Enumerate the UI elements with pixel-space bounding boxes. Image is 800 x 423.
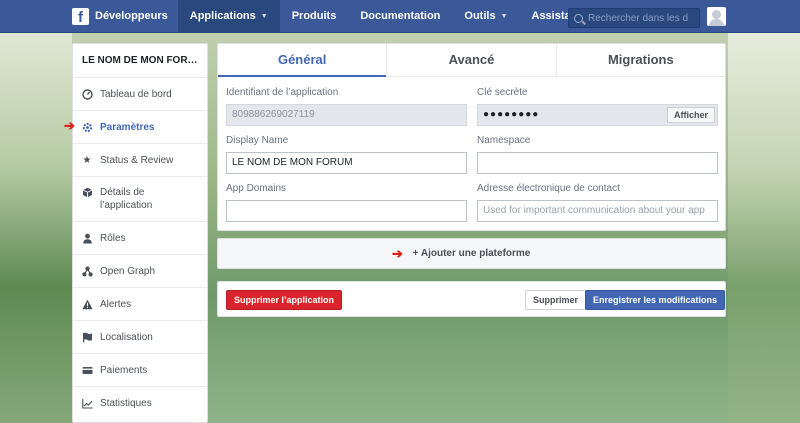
sidebar-item-label: Rôles — [100, 232, 126, 244]
search-icon — [574, 13, 583, 23]
sidebar-item-label: Détails de l’application — [100, 187, 153, 211]
sidebar-item-app-details[interactable]: Détails de l’application — [73, 177, 207, 222]
app-id-value: 809886269027119 — [226, 104, 467, 126]
app-domains-input[interactable] — [226, 200, 467, 222]
main-nav: Applications ▼ Produits Documentation Ou… — [177, 0, 602, 33]
tab-migrations[interactable]: Migrations — [557, 44, 725, 76]
sidebar-item-roles[interactable]: Rôles — [73, 222, 207, 255]
app-domains-label: App Domains — [226, 183, 287, 194]
app-secret-value: ●●●●●●●● — [483, 109, 540, 120]
flag-icon — [81, 331, 93, 343]
settings-form: Identifiant de l’application 80988626902… — [226, 86, 718, 230]
brand-label: Développeurs — [95, 10, 168, 22]
sidebar-item-label: Status & Review — [100, 154, 174, 166]
sidebar-item-label: Localisation — [100, 331, 153, 343]
gear-icon — [81, 121, 93, 133]
search-input[interactable] — [588, 12, 698, 24]
sidebar-item-open-graph[interactable]: Open Graph — [73, 255, 207, 288]
sidebar-item-label: Tableau de bord — [100, 88, 172, 100]
sidebar-item-statistics[interactable]: Statistiques — [73, 387, 207, 420]
contact-email-label: Adresse électronique de contact — [477, 183, 620, 194]
nav-produits[interactable]: Produits — [280, 0, 349, 33]
app-id-field: Identifiant de l’application 80988626902… — [226, 86, 467, 126]
save-button[interactable]: Enregistrer les modifications — [585, 290, 726, 310]
settings-tabs: Général Avancé Migrations — [218, 44, 725, 77]
background-right — [728, 33, 800, 423]
search-box — [568, 8, 700, 28]
nav-applications[interactable]: Applications ▼ — [177, 0, 280, 33]
chevron-down-icon: ▼ — [260, 12, 268, 20]
card-icon — [81, 364, 93, 376]
sidebar-item-alerts[interactable]: Alertes — [73, 288, 207, 321]
contact-email-field: Adresse électronique de contact Used for… — [477, 182, 718, 222]
sidebar-item-status-review[interactable]: ★ Status & Review — [73, 144, 207, 177]
namespace-field: Namespace — [477, 134, 718, 174]
show-secret-button[interactable]: Afficher — [666, 107, 715, 123]
cancel-button[interactable]: Supprimer — [525, 290, 587, 310]
sidebar-item-payments[interactable]: Paiements — [73, 354, 207, 387]
add-platform-button[interactable]: + Ajouter une plateforme — [217, 238, 726, 269]
app-secret-field: Clé secrète ●●●●●●●● Afficher — [477, 86, 718, 126]
namespace-label: Namespace — [477, 135, 531, 146]
app-secret-box: ●●●●●●●● Afficher — [477, 104, 718, 126]
app-id-label: Identifiant de l’application — [226, 87, 339, 98]
sidebar-item-dashboard[interactable]: Tableau de bord — [73, 78, 207, 111]
sidebar-item-localization[interactable]: Localisation — [73, 321, 207, 354]
tab-general[interactable]: Général — [218, 44, 388, 77]
display-name-input[interactable]: LE NOM DE MON FORUM — [226, 152, 467, 174]
chevron-down-icon: ▼ — [500, 12, 508, 20]
display-name-label: Display Name — [226, 135, 289, 146]
app-secret-label: Clé secrète — [477, 87, 528, 98]
app-sidebar: LE NOM DE MON FOR… Tableau de bord Param… — [72, 43, 208, 423]
dashboard-icon — [81, 88, 93, 100]
delete-app-button[interactable]: Supprimer l’application — [226, 290, 343, 310]
nav-documentation[interactable]: Documentation — [348, 0, 452, 33]
nav-label: Produits — [291, 9, 337, 22]
sidebar-item-settings[interactable]: Paramètres — [73, 111, 207, 144]
settings-panel: Général Avancé Migrations Identifiant de… — [217, 43, 726, 231]
tab-advanced[interactable]: Avancé — [387, 44, 557, 76]
sidebar-item-label: Paiements — [100, 364, 148, 376]
annotation-arrow-icon: ➔ — [64, 118, 75, 133]
display-name-field: Display Name LE NOM DE MON FORUM — [226, 134, 467, 174]
sidebar-item-label: Statistiques — [100, 398, 152, 409]
contact-email-input[interactable]: Used for important communication about y… — [477, 200, 718, 222]
nav-label: Documentation — [360, 9, 441, 22]
actions-bar: Supprimer l’application Supprimer Enregi… — [217, 281, 726, 317]
cube-icon — [81, 186, 93, 198]
namespace-input[interactable] — [477, 152, 718, 174]
graph-icon — [81, 265, 93, 277]
chart-icon — [81, 398, 93, 410]
sidebar-item-label: Open Graph — [100, 265, 156, 277]
background-left — [0, 33, 72, 423]
sidebar-item-label: Alertes — [100, 298, 132, 310]
facebook-logo-icon: f — [72, 7, 89, 26]
warning-icon — [81, 298, 93, 310]
sidebar-app-title[interactable]: LE NOM DE MON FOR… — [73, 44, 207, 78]
app-domains-field: App Domains — [226, 182, 467, 222]
nav-label: Outils — [464, 9, 496, 22]
person-icon — [81, 232, 93, 244]
top-navigation-bar: f Développeurs Applications ▼ Produits D… — [0, 0, 800, 33]
avatar[interactable] — [707, 7, 726, 26]
annotation-arrow-icon: ➔ — [392, 246, 403, 261]
add-platform-label: + Ajouter une plateforme — [412, 248, 531, 259]
nav-outils[interactable]: Outils ▼ — [452, 0, 519, 33]
developers-brand[interactable]: f Développeurs — [0, 0, 178, 33]
nav-label: Applications — [189, 9, 256, 22]
star-icon: ★ — [82, 154, 92, 166]
sidebar-item-label: Paramètres — [100, 121, 155, 133]
